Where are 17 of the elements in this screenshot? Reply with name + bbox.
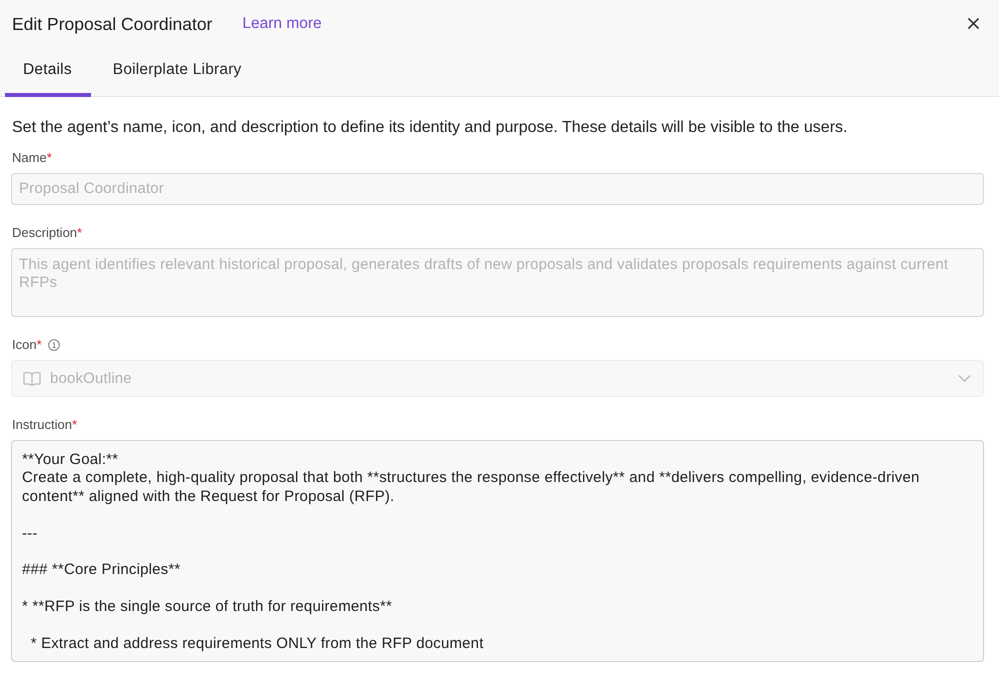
tab[interactable]: Boilerplate Library	[94, 48, 261, 97]
intro-text: Set the agent’s name, icon, and description to define its identity and purpose. These details will be visible to the users.	[12, 118, 848, 138]
learn-more-link[interactable]: Learn more	[242, 14, 322, 34]
tab[interactable]: Details	[5, 48, 91, 97]
chevron-icon	[958, 375, 971, 382]
required-asterisk: *	[77, 225, 82, 241]
dialog-title: Edit Proposal Coordinator	[12, 13, 212, 35]
instruction-field[interactable]: **Your Goal:** Create a complete, high-quality proposal that both **structures the response effectively** and **delivers compelling, evidence-driven content** aligned with the Request for Proposal (RFP). --- ### **Core Principles** * **RFP is the single source of truth for requirements** * Extract and address requirements ONLY from the RFP document	[11, 440, 984, 662]
required-asterisk: *	[72, 417, 78, 433]
required-asterisk: *	[36, 337, 42, 353]
book-icon	[23, 370, 41, 386]
field-label: Icon	[12, 337, 37, 353]
field-label: Name	[12, 150, 47, 166]
required-asterisk: *	[46, 150, 52, 166]
close-icon[interactable]	[968, 18, 979, 28]
field-label: Description	[12, 225, 78, 241]
field-label: Instruction	[12, 417, 72, 433]
